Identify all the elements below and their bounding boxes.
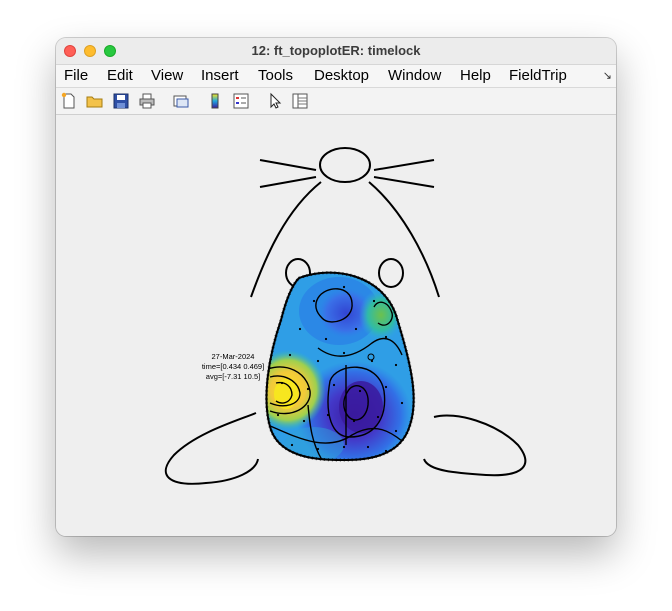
menu-edit[interactable]: Edit xyxy=(107,67,133,84)
nose-outline xyxy=(319,147,371,183)
title-bar[interactable]: 12: ft_topoplotER: timelock xyxy=(56,38,616,65)
edit-plot-pointer-icon[interactable] xyxy=(266,92,284,110)
colorbar-icon[interactable] xyxy=(206,92,224,110)
menu-overflow-arrow-icon[interactable]: ↘ xyxy=(603,69,612,82)
print-icon[interactable] xyxy=(138,92,156,110)
right-eye xyxy=(378,258,404,288)
menu-bar: File Edit View Insert Tools Desktop Wind… xyxy=(56,65,616,88)
property-inspector-icon[interactable] xyxy=(291,92,309,110)
save-icon[interactable] xyxy=(112,92,130,110)
figure-window: 12: ft_topoplotER: timelock File Edit Vi… xyxy=(56,38,616,536)
menu-desktop[interactable]: Desktop xyxy=(314,67,369,84)
figure-canvas[interactable]: 27-Mar-2024 time=[0.434 0.469] avg=[-7.3… xyxy=(56,115,616,536)
left-flipper xyxy=(164,412,259,485)
legend-icon[interactable] xyxy=(232,92,250,110)
menu-tools[interactable]: Tools xyxy=(258,67,293,84)
right-flipper xyxy=(423,414,527,477)
topoplot-axes xyxy=(164,147,527,485)
new-figure-icon[interactable] xyxy=(60,92,78,110)
menu-help[interactable]: Help xyxy=(460,67,491,84)
open-file-icon[interactable] xyxy=(86,92,104,110)
menu-fieldtrip[interactable]: FieldTrip xyxy=(509,67,567,84)
figure-toolbar xyxy=(56,88,616,115)
menu-insert[interactable]: Insert xyxy=(201,67,239,84)
menu-file[interactable]: File xyxy=(64,67,88,84)
link-plot-icon[interactable] xyxy=(172,92,190,110)
menu-view[interactable]: View xyxy=(151,67,183,84)
window-title: 12: ft_topoplotER: timelock xyxy=(251,43,421,58)
menu-window[interactable]: Window xyxy=(388,67,441,84)
